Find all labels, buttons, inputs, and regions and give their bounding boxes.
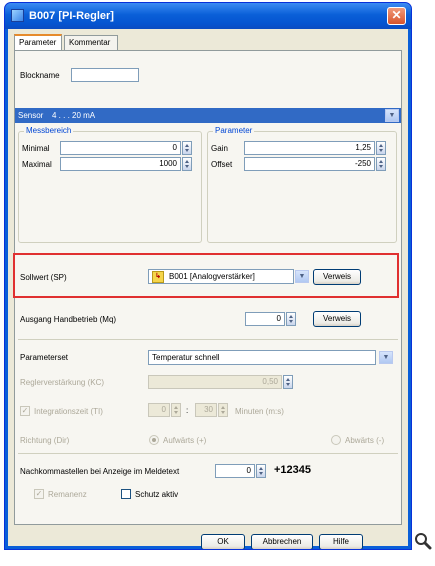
sensor-value: 4 . . . 20 mA xyxy=(52,111,96,120)
parameterset-dropdown-button[interactable]: ▼ xyxy=(379,351,393,364)
block-reference-icon: ↳ xyxy=(152,271,164,283)
sollwert-label: Sollwert (SP) xyxy=(20,273,67,282)
dialog-client-area: Parameter Kommentar Blockname Sensor 4 .… xyxy=(8,29,408,549)
richtung-aufwaerts-label: Aufwärts (+) xyxy=(163,436,207,445)
window-icon xyxy=(11,9,24,22)
magnifier-icon[interactable] xyxy=(414,532,432,550)
separator-1 xyxy=(18,339,398,340)
window-title: B007 [PI-Regler] xyxy=(29,10,114,22)
ausgang-input[interactable]: 0 xyxy=(245,312,285,326)
sensor-row[interactable]: Sensor 4 . . . 20 mA ▼ xyxy=(15,108,401,123)
reglerverstaerkung-spinner[interactable] xyxy=(283,375,293,389)
maximal-input[interactable]: 1000 xyxy=(60,157,181,171)
maximal-spinner[interactable] xyxy=(182,157,192,171)
title-bar[interactable]: B007 [PI-Regler] ✕ xyxy=(5,3,411,29)
close-button[interactable]: ✕ xyxy=(387,7,406,25)
ausgang-label: Ausgang Handbetrieb (Mq) xyxy=(20,315,117,324)
nachkomma-spinner[interactable] xyxy=(256,464,266,478)
tab-kommentar[interactable]: Kommentar xyxy=(64,35,118,51)
parameter-group-title: Parameter xyxy=(213,126,255,135)
richtung-aufwaerts-radio xyxy=(149,435,159,445)
sensor-dropdown-button[interactable]: ▼ xyxy=(385,109,399,122)
messbereich-group: Messbereich Minimal 0 Maximal 1000 xyxy=(18,126,202,243)
minimal-input[interactable]: 0 xyxy=(60,141,181,155)
offset-label: Offset xyxy=(211,160,233,169)
separator-2 xyxy=(18,453,398,454)
sensor-label: Sensor xyxy=(18,111,44,120)
sollwert-verweis-button[interactable]: Verweis xyxy=(313,269,361,285)
nachkomma-preview: +12345 xyxy=(274,464,312,476)
integrationszeit-minutes-input: 0 xyxy=(148,403,170,417)
remanenz-checkbox: ✓ xyxy=(34,489,44,499)
gain-input[interactable]: 1,25 xyxy=(244,141,375,155)
gain-spinner[interactable] xyxy=(376,141,386,155)
richtung-label: Richtung (Dir) xyxy=(20,436,70,445)
blockname-label: Blockname xyxy=(20,71,60,80)
gain-label: Gain xyxy=(211,144,228,153)
integrationszeit-unit: Minuten (m:s) xyxy=(235,407,284,416)
richtung-abwaerts-radio xyxy=(331,435,341,445)
sollwert-select[interactable]: B001 [Analogverstärker] xyxy=(148,269,294,284)
schutz-checkbox[interactable] xyxy=(121,489,131,499)
schutz-label: Schutz aktiv xyxy=(135,490,179,499)
ausgang-verweis-button[interactable]: Verweis xyxy=(313,311,361,327)
integrationszeit-separator: : xyxy=(186,406,189,415)
dialog-window: B007 [PI-Regler] ✕ Parameter Kommentar B… xyxy=(4,2,412,550)
offset-spinner[interactable] xyxy=(376,157,386,171)
integrationszeit-seconds-input: 30 xyxy=(195,403,217,417)
maximal-label: Maximal xyxy=(22,160,52,169)
integrationszeit-checkbox: ✓ xyxy=(20,406,30,416)
parameter-panel: Blockname Sensor 4 . . . 20 mA ▼ Messber… xyxy=(13,50,402,525)
integrationszeit-label: Integrationszeit (TI) xyxy=(34,407,103,416)
sollwert-dropdown-button[interactable]: ▼ xyxy=(295,270,309,283)
chevron-down-icon: ▼ xyxy=(382,354,390,361)
ausgang-spinner[interactable] xyxy=(286,312,296,326)
cancel-button[interactable]: Abbrechen xyxy=(251,534,313,549)
parameter-group: Parameter Gain 1,25 Offset -250 xyxy=(207,126,397,243)
minimal-label: Minimal xyxy=(22,144,50,153)
messbereich-title: Messbereich xyxy=(24,126,74,135)
reglerverstaerkung-label: Reglerverstärkung (KC) xyxy=(20,378,105,387)
tab-parameter[interactable]: Parameter xyxy=(14,34,62,51)
integrationszeit-seconds-spinner xyxy=(218,403,228,417)
chevron-down-icon: ▼ xyxy=(298,273,306,280)
offset-input[interactable]: -250 xyxy=(244,157,375,171)
richtung-abwaerts-label: Abwärts (-) xyxy=(345,436,385,445)
close-icon: ✕ xyxy=(391,8,402,22)
remanenz-label: Remanenz xyxy=(48,490,87,499)
help-button[interactable]: Hilfe xyxy=(319,534,363,549)
blockname-input[interactable] xyxy=(71,68,139,82)
integrationszeit-minutes-spinner xyxy=(171,403,181,417)
parameterset-select[interactable]: Temperatur schnell xyxy=(148,350,376,365)
nachkomma-input[interactable]: 0 xyxy=(215,464,255,478)
ok-button[interactable]: OK xyxy=(201,534,245,549)
reglerverstaerkung-input: 0,50 xyxy=(148,375,282,389)
parameterset-label: Parameterset xyxy=(20,353,69,362)
chevron-down-icon: ▼ xyxy=(388,112,396,119)
minimal-spinner[interactable] xyxy=(182,141,192,155)
nachkomma-label: Nachkommastellen bei Anzeige im Meldetex… xyxy=(20,467,180,476)
